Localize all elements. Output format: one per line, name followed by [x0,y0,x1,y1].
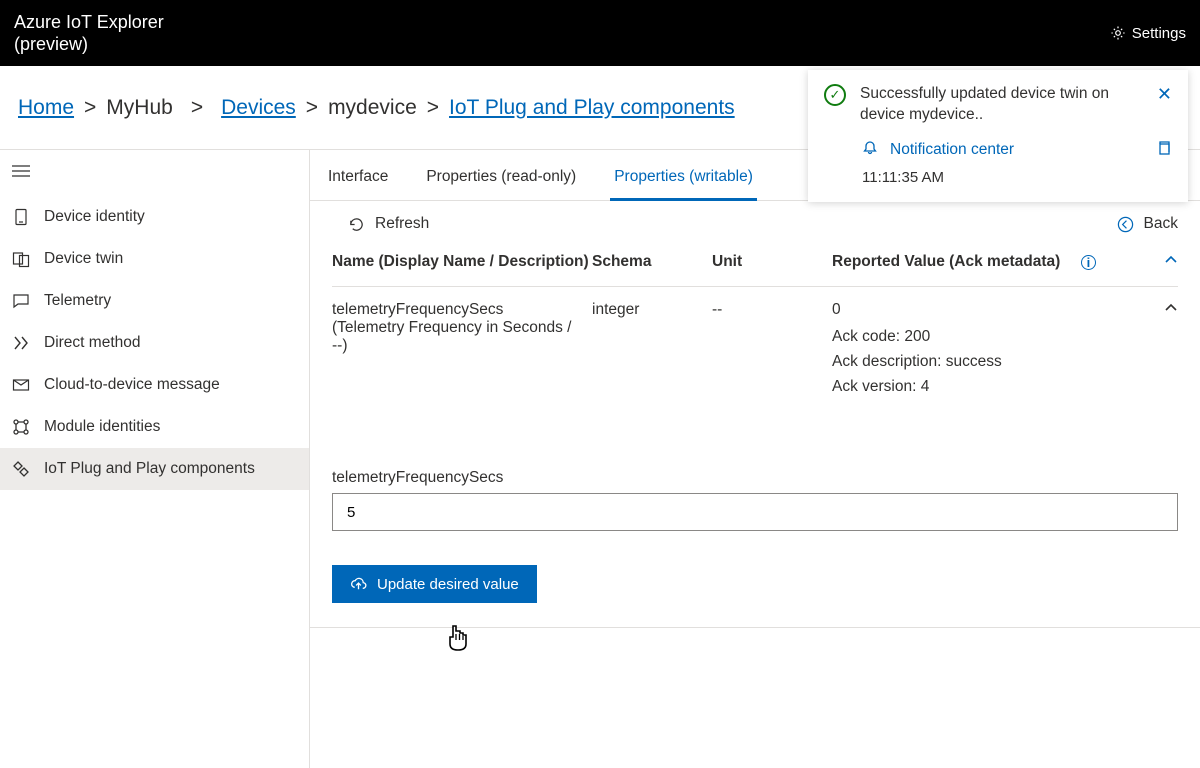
cell-schema: integer [592,301,712,319]
toast-message: Successfully updated device twin on devi… [860,84,1143,126]
sidebar-item-label: Cloud-to-device message [44,376,220,394]
collapse-all-icon[interactable] [1150,253,1178,272]
cell-name: telemetryFrequencySecs (Telemetry Freque… [332,301,592,355]
breadcrumb-home[interactable]: Home [18,96,74,120]
breadcrumb-devices[interactable]: Devices [221,96,296,120]
sidebar-item-label: Direct method [44,334,140,352]
settings-button[interactable]: Settings [1110,25,1186,42]
toast-timestamp: 11:11:35 AM [862,169,1172,186]
method-icon [12,334,30,352]
app-title: Azure IoT Explorer (preview) [14,11,164,56]
breadcrumb-hub: MyHub [106,96,173,120]
sidebar-item-device-identity[interactable]: Device identity [0,196,309,238]
tab-readonly[interactable]: Properties (read-only) [422,160,580,200]
notification-center-link[interactable]: Notification center [890,141,1014,159]
cell-unit: -- [712,301,832,319]
input-label: telemetryFrequencySecs [332,469,1178,487]
refresh-button[interactable]: Refresh [348,215,429,233]
refresh-icon [348,216,365,233]
sidebar-item-label: IoT Plug and Play components [44,460,255,478]
twin-icon [12,250,30,268]
tab-writable[interactable]: Properties (writable) [610,160,757,201]
tab-interface[interactable]: Interface [324,160,392,200]
table-header: Name (Display Name / Description) Schema… [332,247,1178,287]
plug-icon [12,460,30,478]
breadcrumb-component[interactable]: IoT Plug and Play components [449,96,735,120]
copy-icon[interactable] [1156,140,1172,161]
device-icon [12,208,30,226]
value-input[interactable] [332,493,1178,531]
sidebar-item-module-identities[interactable]: Module identities [0,406,309,448]
back-icon [1117,216,1134,233]
module-icon [12,418,30,436]
gear-icon [1110,25,1126,41]
sidebar-item-cloud-to-device[interactable]: Cloud-to-device message [0,364,309,406]
sidebar-item-pnp[interactable]: IoT Plug and Play components [0,448,309,490]
sidebar-item-label: Module identities [44,418,160,436]
sidebar-item-direct-method[interactable]: Direct method [0,322,309,364]
sidebar-item-label: Device identity [44,208,145,226]
breadcrumb-device: mydevice [328,96,417,120]
toast-close-icon[interactable]: ✕ [1157,84,1172,105]
success-icon: ✓ [824,84,846,106]
info-icon[interactable]: i [1081,255,1096,270]
bell-icon [862,140,878,161]
toast-notification: ✓ Successfully updated device twin on de… [808,70,1188,202]
sidebar: Device identity Device twin Telemetry Di… [0,150,310,768]
back-button[interactable]: Back [1117,215,1178,233]
hamburger-icon[interactable] [0,158,309,196]
sidebar-item-telemetry[interactable]: Telemetry [0,280,309,322]
table-row: telemetryFrequencySecs (Telemetry Freque… [332,287,1178,411]
update-desired-button[interactable]: Update desired value [332,565,537,603]
row-collapse-icon[interactable] [1150,301,1178,320]
mail-icon [12,376,30,394]
sidebar-item-label: Device twin [44,250,123,268]
sidebar-item-label: Telemetry [44,292,111,310]
chat-icon [12,292,30,310]
cloud-upload-icon [350,576,367,593]
cell-reported: 0 Ack code: 200 Ack description: success… [832,301,1150,399]
sidebar-item-device-twin[interactable]: Device twin [0,238,309,280]
